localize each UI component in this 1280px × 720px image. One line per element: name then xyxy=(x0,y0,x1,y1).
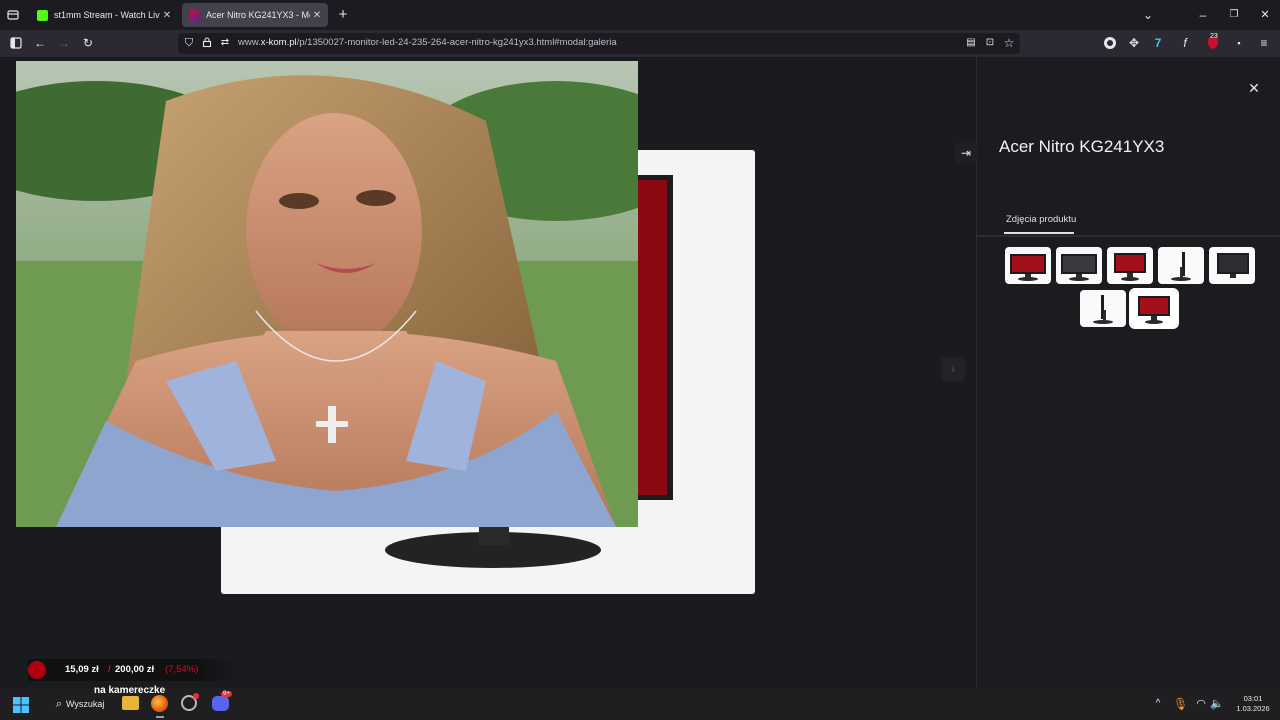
microphone-icon[interactable]: 🎙 xyxy=(1173,697,1188,711)
tab-product-photos[interactable]: Zdjęcia produktu xyxy=(1006,214,1076,225)
discord-icon[interactable] xyxy=(212,696,229,711)
url-prefix: www. xyxy=(238,37,261,48)
tab-bar: st1mm Stream - Watch Live on ✕ Acer Nitr… xyxy=(0,0,1280,30)
tab-product[interactable]: Acer Nitro KG241YX3 - Monito ✕ xyxy=(182,3,328,27)
gallery-thumbnail[interactable] xyxy=(1005,247,1051,284)
xkom-favicon-icon xyxy=(189,9,200,21)
product-title: Acer Nitro KG241YX3 xyxy=(999,137,1165,156)
gallery-modal: › ⇥ ✕ Acer Nitro KG241YX3 Zdjęcia produk… xyxy=(0,57,1280,688)
next-image-arrow-icon[interactable]: › xyxy=(941,357,965,381)
tab-list-icon[interactable] xyxy=(6,8,20,22)
url-bar[interactable]: ⛉ ⇄ www.x-kom.pl/p/1350027-monitor-led-2… xyxy=(178,33,1020,54)
extension-g-icon[interactable] xyxy=(1103,36,1117,50)
donation-goal-bar: 15,09 zł / 200,00 zł (7,54%) xyxy=(28,659,238,681)
taskbar: ⌕ Wyszukaj 9+ ^ 🎙 ◠ 🔈 03:01 1.03.2026 xyxy=(0,688,1280,720)
tray-chevron-up-icon[interactable]: ^ xyxy=(1151,697,1165,711)
kick-favicon-icon xyxy=(37,9,48,21)
extension-f-icon[interactable]: f xyxy=(1178,36,1192,50)
bookmark-star-icon[interactable]: ☆ xyxy=(1002,36,1016,50)
extension-7tv-icon[interactable]: 7 xyxy=(1151,36,1165,50)
file-explorer-icon[interactable] xyxy=(122,696,139,710)
gallery-thumbnail[interactable] xyxy=(1107,247,1153,284)
close-gallery-icon[interactable]: ✕ xyxy=(1243,77,1265,99)
minimize-icon[interactable]: – xyxy=(1196,8,1210,22)
goal-target: 200,00 zł xyxy=(115,664,155,675)
firefox-running-indicator xyxy=(156,716,164,718)
stream-camera-overlay xyxy=(16,61,638,527)
search-icon: ⌕ xyxy=(55,698,63,710)
volume-icon[interactable]: 🔈 xyxy=(1210,697,1224,711)
tab-label: st1mm Stream - Watch Live on xyxy=(54,10,160,20)
reader-view-icon[interactable]: ▤ xyxy=(964,36,978,50)
close-icon[interactable]: ✕ xyxy=(160,10,174,21)
extension-badge: 23 xyxy=(1210,33,1218,40)
gallery-thumbnail[interactable] xyxy=(1080,290,1126,327)
search-label: Wyszukaj xyxy=(66,699,105,709)
notification-dot xyxy=(193,693,199,699)
shield-icon[interactable]: ⛉ xyxy=(182,36,196,50)
lock-icon[interactable] xyxy=(200,36,214,50)
extension-tab-icon[interactable]: ▪ xyxy=(1232,36,1246,50)
tab-label: Acer Nitro KG241YX3 - Monito xyxy=(206,10,310,20)
goal-separator: / xyxy=(108,664,111,675)
extensions-puzzle-icon[interactable]: ✥ xyxy=(1127,36,1141,50)
goal-progress-icon xyxy=(28,661,46,679)
gallery-thumbnail[interactable] xyxy=(1158,247,1204,284)
restore-icon[interactable]: ❐ xyxy=(1227,8,1241,22)
url-text[interactable]: www.x-kom.pl/p/1350027-monitor-led-24-23… xyxy=(238,37,617,48)
gallery-thumbnail-selected[interactable] xyxy=(1129,288,1179,329)
menu-icon[interactable]: ≡ xyxy=(1257,36,1271,50)
url-path: /p/1350027-monitor-led-24-235-264-acer-n… xyxy=(296,37,617,48)
clock-date: 1.03.2026 xyxy=(1236,704,1270,713)
gallery-thumbnail[interactable] xyxy=(1209,247,1255,284)
windows-start-icon[interactable] xyxy=(13,697,29,718)
goal-percent: (7,54%) xyxy=(165,664,199,675)
goal-amount: 15,09 zł xyxy=(65,664,99,675)
clock[interactable]: 03:01 1.03.2026 xyxy=(1233,694,1273,714)
forward-icon[interactable]: → xyxy=(57,36,71,50)
taskbar-search[interactable]: ⌕ Wyszukaj xyxy=(44,693,114,715)
sidebar-icon[interactable] xyxy=(9,36,23,50)
back-icon[interactable]: ← xyxy=(33,36,47,50)
new-tab-icon[interactable]: + xyxy=(336,7,350,22)
gallery-thumbnail[interactable] xyxy=(1056,247,1102,284)
collapse-panel-icon[interactable]: ⇥ xyxy=(955,143,977,163)
window-close-icon[interactable]: ✕ xyxy=(1258,8,1272,22)
permissions-icon[interactable]: ⇄ xyxy=(218,36,232,50)
chevron-down-icon[interactable]: ⌄ xyxy=(1141,8,1155,22)
discord-badge: 9+ xyxy=(221,691,232,697)
wifi-icon[interactable]: ◠ xyxy=(1194,697,1208,711)
url-domain: x-kom.pl xyxy=(260,37,297,48)
close-icon[interactable]: ✕ xyxy=(310,10,324,21)
active-tab-underline xyxy=(1004,232,1074,234)
tab-stream[interactable]: st1mm Stream - Watch Live on ✕ xyxy=(30,3,178,27)
reload-icon[interactable]: ↻ xyxy=(81,36,95,50)
gallery-side-panel: ⇥ ✕ Acer Nitro KG241YX3 Zdjęcia produktu xyxy=(955,57,1280,688)
firefox-icon[interactable] xyxy=(151,695,168,712)
goal-caption: na kamereczke xyxy=(94,685,166,696)
clock-time: 03:01 xyxy=(1243,694,1263,703)
tab-divider xyxy=(977,235,1280,237)
screenshot-icon[interactable]: ⊡ xyxy=(983,36,997,50)
